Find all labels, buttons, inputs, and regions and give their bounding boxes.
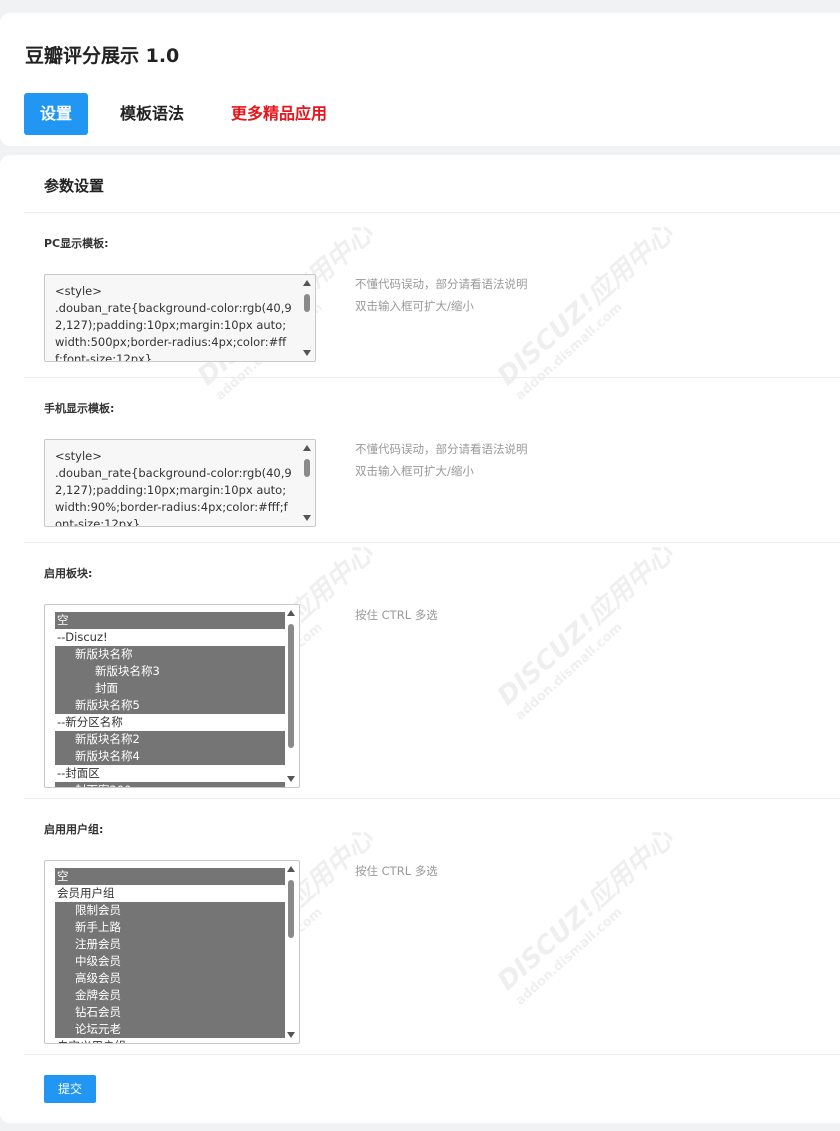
forums-hint: 按住 CTRL 多选: [355, 608, 438, 622]
scroll-up-icon[interactable]: [287, 866, 295, 872]
select-option[interactable]: 注册会员: [55, 936, 285, 953]
watermark-logo: DISCUZ!应用中心addon.dismall.com: [492, 823, 680, 1009]
tab-settings[interactable]: 设置: [24, 93, 88, 135]
select-option[interactable]: 高级会员: [55, 970, 285, 987]
divider: [24, 377, 840, 378]
page-title: 豆瓣评分展示 1.0: [25, 45, 180, 67]
divider: [24, 798, 840, 799]
header-card: 豆瓣评分展示 1.0 设置 模板语法 更多精品应用: [0, 13, 840, 146]
watermark-logo: DISCUZ!应用中心addon.dismall.com: [492, 538, 680, 724]
mobile-template-hint: 不懂代码误动，部分请看语法说明 双击输入框可扩大/缩小: [355, 442, 528, 478]
mobile-template-label: 手机显示模板:: [44, 402, 115, 415]
scroll-up-icon[interactable]: [287, 610, 295, 616]
select-option[interactable]: 新版块名称3: [55, 663, 285, 680]
usergroups-hint: 按住 CTRL 多选: [355, 864, 438, 878]
select-option[interactable]: --新分区名称: [55, 714, 285, 731]
scroll-down-icon[interactable]: [303, 515, 311, 521]
select-option[interactable]: 新版块名称5: [55, 697, 285, 714]
mobile-template-value[interactable]: <style> .douban_rate{background-color:rg…: [55, 448, 293, 526]
divider: [24, 212, 840, 213]
usergroups-multiselect[interactable]: 空会员用户组限制会员新手上路注册会员中级会员高级会员金牌会员钻石会员论坛元老自定…: [44, 860, 300, 1044]
select-option[interactable]: 中级会员: [55, 953, 285, 970]
scroll-thumb[interactable]: [304, 294, 310, 312]
scroll-up-icon[interactable]: [303, 445, 311, 451]
select-option[interactable]: 新版块名称4: [55, 748, 285, 765]
select-option[interactable]: 新版块名称2: [55, 731, 285, 748]
tab-template-syntax[interactable]: 模板语法: [120, 93, 184, 135]
pc-template-textarea[interactable]: <style> .douban_rate{background-color:rg…: [44, 274, 316, 362]
scroll-thumb[interactable]: [288, 880, 294, 938]
tab-more-apps[interactable]: 更多精品应用: [231, 93, 327, 135]
forums-multiselect[interactable]: 空 --Discuz! 新版块名称 新版块名称3 封面 新版块名称5 --新分区名称 新版块名…: [44, 604, 300, 788]
section-title: 参数设置: [44, 177, 105, 195]
forums-option-list[interactable]: 空 --Discuz! 新版块名称 新版块名称3 封面 新版块名称5 --新分区名称 新版块名…: [55, 612, 285, 787]
tab-bar: 设置 模板语法 更多精品应用: [24, 93, 327, 135]
select-option[interactable]: 新手上路: [55, 919, 285, 936]
divider: [24, 542, 840, 543]
select-option[interactable]: 空: [55, 868, 285, 885]
submit-button[interactable]: 提交: [44, 1075, 96, 1103]
select-option[interactable]: 自定义用户组: [55, 1038, 285, 1043]
select-option[interactable]: 封面案200: [55, 782, 285, 787]
scroll-thumb[interactable]: [304, 459, 310, 477]
settings-card: DISCUZ!应用中心 addon.dismall.com DISCUZ!应用中心…: [0, 155, 840, 1123]
scroll-down-icon[interactable]: [303, 350, 311, 356]
select-option[interactable]: 限制会员: [55, 902, 285, 919]
select-option[interactable]: 钻石会员: [55, 1004, 285, 1021]
select-scrollbar[interactable]: [284, 606, 298, 786]
pc-template-hint: 不懂代码误动，部分请看语法说明 双击输入框可扩大/缩小: [355, 277, 528, 313]
textarea-scrollbar[interactable]: [300, 276, 314, 360]
usergroups-option-list[interactable]: 空会员用户组限制会员新手上路注册会员中级会员高级会员金牌会员钻石会员论坛元老自定…: [55, 868, 285, 1043]
textarea-scrollbar[interactable]: [300, 441, 314, 525]
select-option[interactable]: 空: [55, 612, 285, 629]
forums-label: 启用板块:: [44, 567, 93, 580]
scroll-down-icon[interactable]: [287, 776, 295, 782]
pc-template-label: PC显示模板:: [44, 237, 109, 250]
select-option[interactable]: 会员用户组: [55, 885, 285, 902]
divider: [24, 1054, 840, 1055]
scroll-up-icon[interactable]: [303, 280, 311, 286]
select-option[interactable]: 封面: [55, 680, 285, 697]
select-option[interactable]: --封面区: [55, 765, 285, 782]
scroll-thumb[interactable]: [288, 624, 294, 748]
usergroups-label: 启用用户组:: [44, 823, 104, 836]
select-option[interactable]: 金牌会员: [55, 987, 285, 1004]
scroll-down-icon[interactable]: [287, 1032, 295, 1038]
select-option[interactable]: 新版块名称: [55, 646, 285, 663]
select-scrollbar[interactable]: [284, 862, 298, 1042]
select-option[interactable]: --Discuz!: [55, 629, 285, 646]
mobile-template-textarea[interactable]: <style> .douban_rate{background-color:rg…: [44, 439, 316, 527]
pc-template-value[interactable]: <style> .douban_rate{background-color:rg…: [55, 283, 293, 361]
select-option[interactable]: 论坛元老: [55, 1021, 285, 1038]
